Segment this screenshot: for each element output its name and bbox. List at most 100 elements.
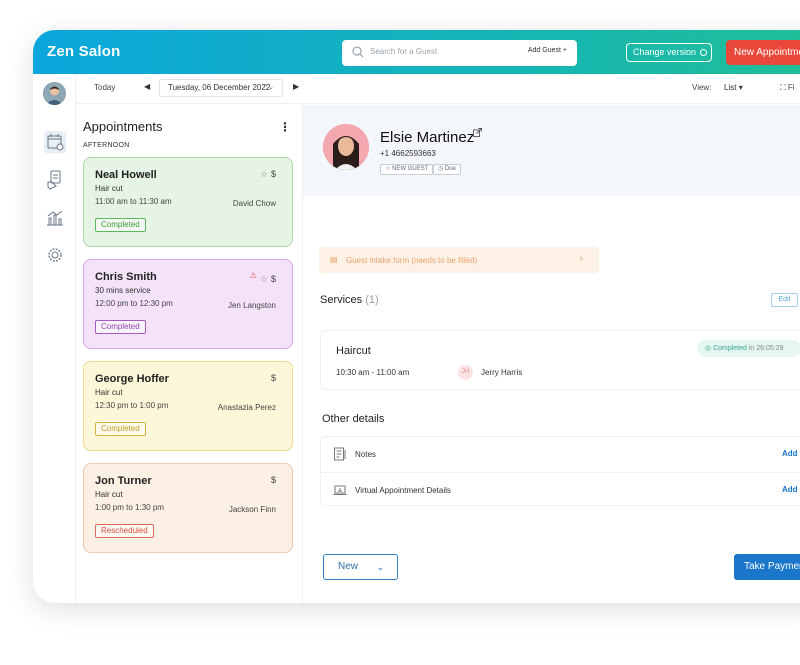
caret-down-icon: ▾ [738,83,743,92]
services-count: (1) [365,294,379,306]
clipboard-hand-icon[interactable] [44,169,66,191]
view-value: List [724,83,737,92]
calendar-icon[interactable] [44,131,66,153]
check-circle-icon: ◎ [705,345,712,352]
date-value: Tuesday, 06 December 2022 [168,83,271,92]
star-icon: ☆ [259,274,268,284]
plus-icon: + [562,47,567,54]
appointment-detail-panel: Elsie Martinez +1 4662593663 ☆ NEW GUEST… [303,105,800,603]
chart-icon[interactable] [44,207,66,229]
guest-search-input[interactable]: Search for a Guest Add Guest + [342,40,577,66]
change-version-label: Change version [633,47,697,57]
intake-form-banner[interactable]: ▤ Guest intake form (needs to be filled)… [319,247,599,273]
new-label: New [338,561,359,572]
new-guest-tag: ☆ NEW GUEST [380,164,434,175]
new-dropdown-button[interactable]: New ⌄ [323,554,398,580]
appointment-card[interactable]: Neal Howell ☆ $ Hair cut 11:00 am to 11:3… [83,157,293,247]
appointment-card[interactable]: Chris Smith ⚠ ☆ $ 30 mins service 12:00 pm… [83,259,293,349]
appointments-title: Appointments [83,119,163,134]
service-status-badge: ◎ Completed in 26:05:29 [697,340,800,357]
guest-name: Neal Howell [95,169,157,181]
chevron-down-icon: ⌄ [376,562,384,572]
service-status-time: in 26:05:29 [748,345,784,352]
appointment-time: 11:00 am to 11:30 am [95,197,172,206]
view-select[interactable]: List ▾ [724,83,743,92]
updown-chevron-icon: ⌃⌄ [262,84,274,91]
section-label: AFTERNOON [83,142,130,149]
warning-icon: ⚠ [249,271,257,280]
due-tag: ◷ Due [433,164,461,175]
date-selector[interactable]: Tuesday, 06 December 2022 ⌃⌄ [159,79,283,97]
card-icons: ☆ $ [260,169,276,180]
guest-name: Chris Smith [95,271,157,283]
add-guest-label: Add Guest [527,47,561,54]
client-name: Elsie Martinez [380,129,475,146]
tag-label: NEW GUEST [392,166,429,172]
edit-services-button[interactable]: Edit [771,293,798,307]
form-icon: ▤ [330,255,338,264]
new-appointment-button[interactable]: New Appointment [726,40,800,65]
filter-icon: ⛶ [780,83,786,92]
service-name: Hair cut [95,184,123,193]
prev-day-arrow-icon[interactable]: ◀ [144,82,150,91]
filter-button[interactable]: ⛶ Fi [780,83,795,93]
services-title: Services (1) [320,294,379,306]
price-icon: $ [270,475,276,485]
app-title: Zen Salon [47,43,121,60]
add-notes-button[interactable]: Add [782,449,798,458]
card-icons: $ [271,373,276,383]
card-icons: $ [271,475,276,485]
kebab-menu-icon[interactable]: ⋮ [279,120,291,134]
next-day-arrow-icon[interactable]: ▶ [293,82,299,91]
info-icon [700,49,708,57]
notes-icon [334,447,346,461]
other-details-list: Notes Add Virtual Appointment Details Ad… [320,436,800,506]
star-icon: ☆ [385,166,391,172]
virtual-details-label: Virtual Appointment Details [355,486,451,495]
price-icon: $ [270,373,276,383]
status-badge: Completed [95,218,146,232]
laptop-icon [333,485,347,495]
date-toolbar: Today ◀ Tuesday, 06 December 2022 ⌃⌄ ▶ Vi… [76,74,800,104]
service-time: 10:30 am - 11:00 am [336,368,410,377]
guest-name: George Hoffer [95,373,169,385]
add-guest-button[interactable]: Add Guest + [528,47,567,54]
appointments-panel: Appointments ⋮ AFTERNOON Neal Howell ☆ $ … [76,105,303,603]
take-payment-button[interactable]: Take Payment [734,554,800,580]
service-status: Completed [713,345,747,352]
staff-name: Anastazia Perez [217,403,276,412]
notes-label: Notes [355,450,376,459]
card-icons: ⚠ ☆ $ [250,271,276,285]
price-icon: $ [270,274,276,284]
service-name: Hair cut [95,490,123,499]
appointment-card[interactable]: Jon Turner $ Hair cut 1:00 pm to 1:30 pm… [83,463,293,553]
intake-text: Guest intake form (needs to be filled) [346,256,478,265]
search-placeholder: Search for a Guest [370,47,438,56]
today-button[interactable]: Today [94,83,115,92]
star-icon: ☆ [259,169,268,179]
service-item[interactable]: Haircut 10:30 am - 11:00 am JH Jerry Har… [320,330,800,390]
client-photo-image [323,124,369,170]
guest-name: Jon Turner [95,475,152,487]
service-name: Hair cut [95,388,123,397]
user-avatar[interactable] [43,82,66,105]
external-link-icon[interactable] [473,128,482,137]
appointment-time: 1:00 pm to 1:30 pm [95,503,164,512]
virtual-details-row: Virtual Appointment Details Add [321,472,800,507]
app-window: Zen Salon Search for a Guest Add Guest +… [33,30,800,603]
service-name: Haircut [336,345,371,357]
price-icon: $ [270,169,276,179]
tag-label: Due [444,166,456,172]
services-label: Services [320,294,363,306]
status-badge: Completed [95,422,146,436]
staff-name: Jen Langston [227,301,276,310]
view-label: View: [692,83,712,92]
gear-icon[interactable] [44,244,66,266]
add-virtual-details-button[interactable]: Add [782,485,798,494]
change-version-button[interactable]: Change version [626,43,712,62]
staff-name: Jackson Finn [228,505,276,514]
notes-row: Notes Add [321,437,800,472]
app-header: Zen Salon Search for a Guest Add Guest +… [33,30,800,74]
staff-name: David Chow [232,199,276,208]
appointment-card[interactable]: George Hoffer $ Hair cut 12:30 pm to 1:0… [83,361,293,451]
